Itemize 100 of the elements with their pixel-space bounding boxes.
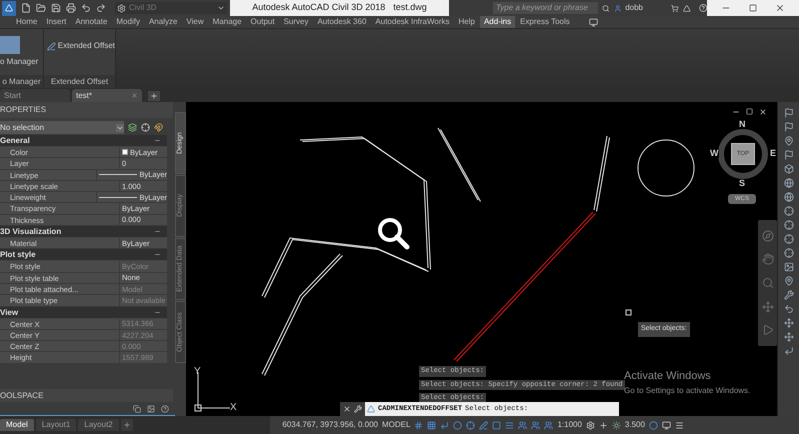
- color-swatch-icon: [122, 149, 128, 156]
- print-button[interactable]: [66, 3, 76, 13]
- annotation-scale-button[interactable]: 1:1000: [557, 419, 582, 431]
- help-icon[interactable]: [161, 404, 169, 412]
- collapse-icon[interactable]: [154, 137, 161, 144]
- status-icon[interactable]: [505, 420, 514, 430]
- tool-icon[interactable]: [784, 164, 794, 174]
- ribbon-tab[interactable]: Survey: [280, 16, 312, 28]
- help-icon[interactable]: [698, 3, 707, 13]
- tool-icon[interactable]: [784, 276, 794, 286]
- restore-icon[interactable]: [749, 4, 757, 12]
- status-icon[interactable]: [479, 420, 488, 430]
- ribbon-tab[interactable]: Analyze: [144, 16, 182, 28]
- manager-button[interactable]: o Manager: [0, 36, 43, 68]
- close-icon[interactable]: [775, 3, 785, 13]
- open-folder-button[interactable]: [36, 3, 46, 13]
- app-logo-icon: [5, 4, 13, 12]
- tool-icon[interactable]: [784, 346, 794, 356]
- undo-button[interactable]: [81, 3, 91, 13]
- tool-icon[interactable]: [784, 206, 794, 216]
- gear-icon[interactable]: [586, 420, 595, 430]
- status-icon[interactable]: [440, 420, 450, 430]
- ribbon-tab[interactable]: Add-ins: [480, 16, 516, 28]
- status-icon[interactable]: [518, 420, 528, 430]
- ribbon-tab[interactable]: Modify: [112, 16, 144, 28]
- save-button[interactable]: [51, 3, 61, 13]
- new-layout-button[interactable]: [120, 419, 133, 431]
- status-icon[interactable]: [544, 420, 554, 430]
- ribbon-tab[interactable]: Autodesk InfraWorks: [371, 16, 454, 28]
- redo-icon: [96, 3, 106, 13]
- user-icon[interactable]: [614, 4, 622, 12]
- section-header[interactable]: General: [0, 135, 167, 147]
- status-value[interactable]: 3.500: [624, 419, 645, 431]
- status-icon[interactable]: [662, 420, 671, 430]
- save-icon: [51, 3, 61, 13]
- section-header[interactable]: 3D Visualization: [0, 226, 167, 238]
- status-icon[interactable]: [492, 420, 502, 430]
- tool-icon[interactable]: [784, 290, 794, 300]
- app-menu-button[interactable]: [2, 0, 16, 16]
- close-icon[interactable]: [343, 405, 351, 413]
- new-file-button[interactable]: [21, 3, 31, 13]
- tool-icon[interactable]: [784, 304, 794, 314]
- status-icon[interactable]: [414, 420, 424, 430]
- search-field[interactable]: Type a keyword or phrase: [493, 2, 598, 14]
- layout-tab[interactable]: Layout2: [78, 419, 119, 431]
- panel-title: o Manager: [0, 75, 43, 88]
- triangle-icon[interactable]: [682, 4, 691, 12]
- file-tab[interactable]: test*: [72, 89, 142, 102]
- tool-icon[interactable]: [784, 192, 794, 202]
- window-title: Autodesk AutoCAD Civil 3D 2018: [252, 1, 386, 14]
- wrench-icon[interactable]: [354, 405, 362, 413]
- status-icon[interactable]: [427, 420, 436, 430]
- selection-dropdown[interactable]: No selection: [0, 121, 124, 134]
- toolspace-icon[interactable]: [133, 404, 141, 412]
- ribbon-tab[interactable]: Insert: [42, 16, 70, 28]
- status-icon[interactable]: [531, 420, 540, 430]
- ribbon-tab[interactable]: Help: [454, 16, 479, 28]
- file-tab[interactable]: Start: [0, 89, 70, 102]
- status-icon[interactable]: [612, 420, 621, 430]
- plus-icon[interactable]: [598, 420, 608, 430]
- ribbon-tab[interactable]: Home: [12, 16, 42, 28]
- section-header[interactable]: Plot style: [0, 249, 167, 262]
- extended-offset-button[interactable]: Extended Offset: [44, 40, 115, 52]
- ribbon-tab[interactable]: Express Tools: [516, 16, 574, 28]
- activation-message: Go to Settings to activate Windows.: [624, 384, 750, 396]
- tool-icon[interactable]: [784, 136, 794, 146]
- plus-icon: [122, 421, 131, 429]
- ribbon-tab[interactable]: View: [182, 16, 208, 28]
- user-name[interactable]: dobb: [625, 2, 668, 14]
- tool-icon[interactable]: [784, 262, 794, 272]
- coordinates-readout: 6034.767, 3973.956, 0.000: [281, 419, 378, 431]
- tool-icon[interactable]: [784, 178, 794, 188]
- status-icon[interactable]: [453, 420, 462, 430]
- toolspace-icon[interactable]: [147, 404, 155, 412]
- model-space-button[interactable]: MODEL: [382, 419, 410, 431]
- tool-icon[interactable]: [784, 150, 794, 160]
- tool-icon[interactable]: [784, 220, 794, 230]
- tool-icon[interactable]: [784, 332, 794, 342]
- drawing-canvas[interactable]: [186, 102, 777, 416]
- tool-icon[interactable]: [784, 318, 794, 328]
- tool-icon[interactable]: [784, 234, 794, 244]
- new-tab-button[interactable]: [148, 91, 160, 101]
- redo-button[interactable]: [96, 3, 106, 13]
- cart-icon[interactable]: [671, 4, 679, 12]
- layout-tab[interactable]: Model: [0, 419, 34, 431]
- status-icon[interactable]: [466, 420, 476, 430]
- tool-icon[interactable]: [784, 248, 794, 258]
- status-icon[interactable]: [648, 420, 658, 430]
- file-name: test.dwg: [393, 1, 427, 14]
- ribbon-tab[interactable]: Annotate: [71, 16, 112, 28]
- ribbon-tab[interactable]: Manage: [208, 16, 246, 28]
- layout-tab[interactable]: Layout1: [36, 419, 76, 431]
- ribbon-tab[interactable]: Output: [246, 16, 279, 28]
- pickbox-icon: [626, 310, 632, 316]
- close-icon[interactable]: [759, 108, 767, 116]
- section-header[interactable]: View: [0, 306, 167, 319]
- open-folder-icon: [36, 3, 46, 13]
- menu-icon[interactable]: [674, 420, 684, 430]
- ribbon-tab[interactable]: Autodesk 360: [313, 16, 370, 28]
- command-icon: [367, 405, 375, 413]
